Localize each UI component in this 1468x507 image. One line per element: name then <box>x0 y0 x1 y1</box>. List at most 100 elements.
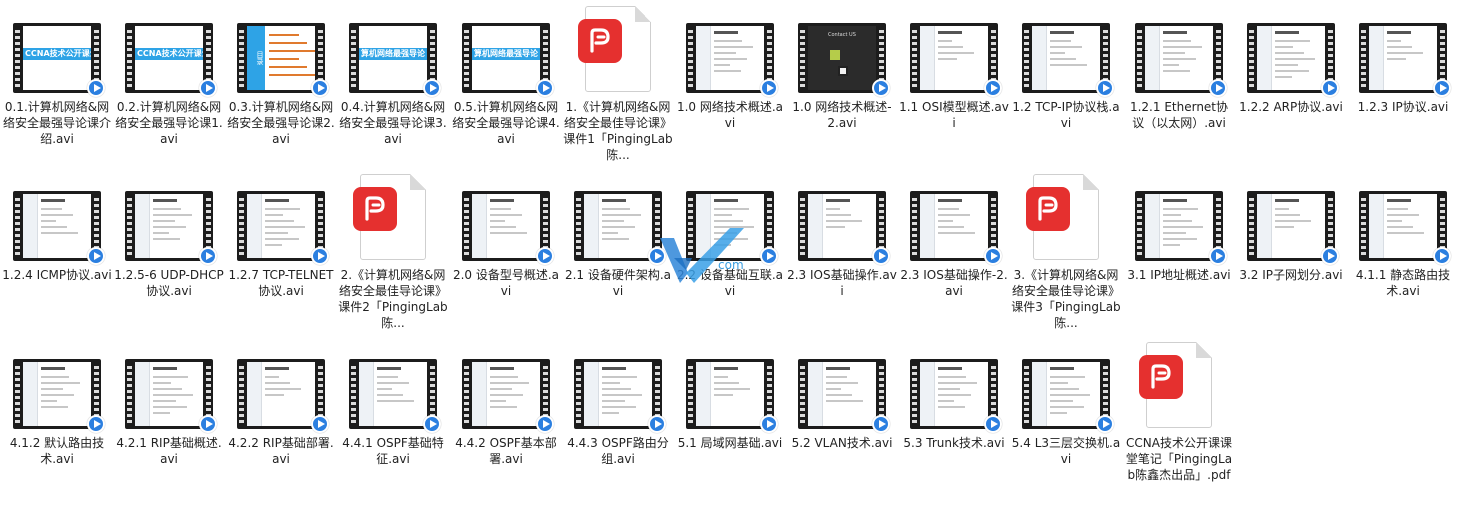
video-play-icon <box>872 247 890 265</box>
video-thumbnail <box>1135 23 1227 97</box>
thumbnail-banner-text: 算机网络最强导论（ <box>472 48 540 60</box>
file-name-label: 3.《计算机网络&网络安全最佳导论课》课件3「PingingLab陈... <box>1011 268 1121 330</box>
video-play-icon <box>984 247 1002 265</box>
pdf-thumbnail <box>1136 342 1212 430</box>
video-play-icon <box>423 415 441 433</box>
video-play-icon <box>87 79 105 97</box>
file-name-label: 2.3 IOS基础操作-2.avi <box>900 268 1008 298</box>
video-thumbnail <box>1247 23 1339 97</box>
pdf-thumbnail <box>575 6 651 94</box>
file-name-label: 5.1 局域网基础.avi <box>677 436 783 450</box>
video-thumbnail <box>798 191 890 265</box>
file-name-label: 3.2 IP子网划分.avi <box>1239 268 1343 282</box>
video-thumbnail <box>686 359 778 433</box>
video-thumbnail <box>910 23 1002 97</box>
video-thumbnail <box>237 191 329 265</box>
file-name-label: 0.1.计算机网络&网络安全最强导论课介绍.avi <box>2 100 111 146</box>
pdf-icon <box>353 174 426 260</box>
file-name-label: 0.3.计算机网络&网络安全最强导论课2.avi <box>227 100 335 146</box>
video-play-icon <box>760 79 778 97</box>
file-name-label: 1.2.7 TCP-TELNET协议.avi <box>228 268 334 298</box>
video-thumbnail <box>910 191 1002 265</box>
video-play-icon <box>199 79 217 97</box>
file-name-label: 1.1 OSI模型概述.avi <box>899 100 1009 130</box>
file-name-label: 5.2 VLAN技术.avi <box>791 436 893 450</box>
video-thumbnail <box>13 191 105 265</box>
video-play-icon <box>87 247 105 265</box>
video-thumbnail <box>1359 191 1451 265</box>
video-thumbnail <box>349 359 441 433</box>
file-name-label: 1.2.1 Ethernet协议（以太网）.avi <box>1129 100 1229 130</box>
video-thumbnail <box>574 359 666 433</box>
video-play-icon <box>984 415 1002 433</box>
pdf-thumbnail <box>1023 174 1099 262</box>
video-thumbnail: CCNA技术公开课介绍 <box>13 23 105 97</box>
file-name-label: 4.4.3 OSPF路由分组.avi <box>567 436 669 466</box>
video-thumbnail <box>13 359 105 433</box>
file-name-label: 4.1.1 静态路由技术.avi <box>1355 268 1451 298</box>
watermark-logo-icon <box>660 228 744 283</box>
pdf-thumbnail <box>350 174 426 262</box>
video-thumbnail <box>462 191 554 265</box>
video-play-icon <box>199 247 217 265</box>
video-play-icon <box>1096 415 1114 433</box>
video-play-icon <box>1321 247 1339 265</box>
video-thumbnail <box>686 23 778 97</box>
thumbnail-banner-text: 算机网络最强导论（ <box>359 48 427 60</box>
file-name-label: 0.4.计算机网络&网络安全最强导论课3.avi <box>339 100 447 146</box>
file-name-label: 4.1.2 默认路由技术.avi <box>9 436 105 466</box>
video-thumbnail <box>125 191 217 265</box>
video-thumbnail <box>1359 23 1451 97</box>
video-play-icon <box>536 79 554 97</box>
thumbnail-menu-text: 目录 <box>247 26 265 90</box>
file-name-label: 1.0 网络技术概述.avi <box>676 100 784 130</box>
pdf-icon <box>578 6 651 92</box>
watermark-text: com <box>718 258 744 272</box>
file-name-label: 2.《计算机网络&网络安全最佳导论课》课件2「PingingLab陈... <box>338 268 448 330</box>
file-name-label: 4.2.1 RIP基础概述.avi <box>116 436 222 466</box>
video-play-icon <box>536 415 554 433</box>
video-play-icon <box>311 79 329 97</box>
video-play-icon <box>1433 79 1451 97</box>
video-thumbnail: CCNA技术公开课介绍 <box>125 23 217 97</box>
file-name-label: CCNA技术公开课课堂笔记「PingingLab陈鑫杰出品」.pdf <box>1125 436 1233 482</box>
video-play-icon <box>648 415 666 433</box>
file-name-label: 2.1 设备硬件架构.avi <box>564 268 672 298</box>
file-name-label: 1.2.3 IP协议.avi <box>1357 100 1449 114</box>
file-name-label: 1.0 网络技术概述-2.avi <box>792 100 892 130</box>
video-play-icon <box>1209 79 1227 97</box>
video-thumbnail: Contact US <box>798 23 890 97</box>
video-thumbnail <box>798 359 890 433</box>
video-play-icon <box>872 415 890 433</box>
video-play-icon <box>760 415 778 433</box>
video-play-icon <box>311 247 329 265</box>
file-name-label: 1.2.2 ARP协议.avi <box>1239 100 1343 114</box>
file-name-label: 0.5.计算机网络&网络安全最强导论课4.avi <box>452 100 560 146</box>
video-play-icon <box>984 79 1002 97</box>
watermark: com <box>660 228 810 288</box>
video-play-icon <box>872 79 890 97</box>
video-play-icon <box>1209 247 1227 265</box>
video-thumbnail <box>910 359 1002 433</box>
pdf-icon <box>1139 342 1212 428</box>
video-play-icon <box>1096 79 1114 97</box>
video-thumbnail <box>574 191 666 265</box>
video-thumbnail <box>1022 359 1114 433</box>
video-play-icon <box>423 79 441 97</box>
file-name-label: 1.2 TCP-IP协议栈.avi <box>1012 100 1120 130</box>
video-thumbnail <box>1135 191 1227 265</box>
file-name-label: 5.4 L3三层交换机.avi <box>1011 436 1121 466</box>
video-play-icon <box>199 415 217 433</box>
pdf-icon <box>1026 174 1099 260</box>
file-name-label: 4.4.1 OSPF基础特征.avi <box>342 436 444 466</box>
video-play-icon <box>1321 79 1339 97</box>
video-play-icon <box>1433 247 1451 265</box>
file-name-label: 1.2.4 ICMP协议.avi <box>2 268 112 282</box>
video-thumbnail <box>1022 23 1114 97</box>
video-thumbnail <box>1247 191 1339 265</box>
file-name-label: 4.4.2 OSPF基本部署.avi <box>455 436 557 466</box>
video-thumbnail: 算机网络最强导论（ <box>462 23 554 97</box>
video-play-icon <box>536 247 554 265</box>
file-name-label: 0.2.计算机网络&网络安全最强导论课1.avi <box>115 100 223 146</box>
video-thumbnail <box>237 359 329 433</box>
